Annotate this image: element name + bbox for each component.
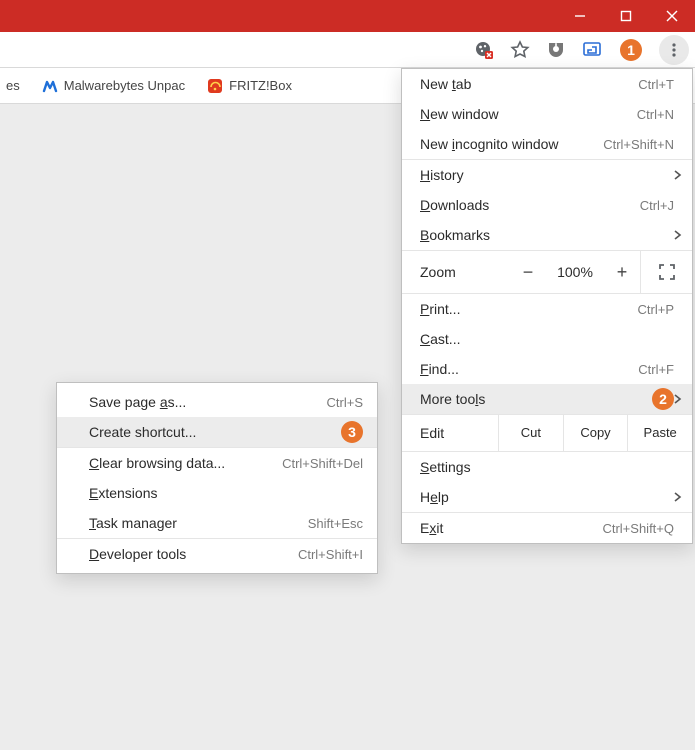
- more-vert-icon: [666, 42, 682, 58]
- annotation-badge-2: 2: [652, 388, 674, 410]
- more-tools-submenu: Save page as... Ctrl+S Create shortcut..…: [56, 382, 378, 574]
- menu-item-new-incognito[interactable]: New incognito window Ctrl+Shift+N: [402, 129, 692, 159]
- window-minimize-button[interactable]: [557, 0, 603, 32]
- shortcut-label: Ctrl+S: [327, 395, 363, 410]
- bookmark-label: FRITZ!Box: [229, 78, 292, 93]
- shortcut-label: Ctrl+J: [640, 198, 674, 213]
- zoom-out-button[interactable]: −: [510, 262, 546, 283]
- menu-edit-row: Edit Cut Copy Paste: [402, 415, 692, 451]
- menu-item-print[interactable]: Print... Ctrl+P: [402, 294, 692, 324]
- zoom-label: Zoom: [402, 264, 510, 280]
- shortcut-label: Ctrl+P: [638, 302, 674, 317]
- menu-item-bookmarks[interactable]: Bookmarks: [402, 220, 692, 250]
- shortcut-label: Ctrl+F: [638, 362, 674, 377]
- edit-label: Edit: [402, 425, 498, 441]
- chevron-right-icon: [674, 391, 682, 407]
- chevron-right-icon: [674, 167, 682, 183]
- chrome-menu-button[interactable]: [659, 35, 689, 65]
- menu-item-help[interactable]: Help: [402, 482, 692, 512]
- annotation-badge-3: 3: [341, 421, 363, 443]
- edit-cut-button[interactable]: Cut: [498, 415, 563, 451]
- shortcut-label: Shift+Esc: [308, 516, 363, 531]
- window-close-button[interactable]: [649, 0, 695, 32]
- shortcut-label: Ctrl+T: [638, 77, 674, 92]
- annotation-badge-1: 1: [620, 39, 642, 61]
- edit-paste-button[interactable]: Paste: [627, 415, 692, 451]
- bookmark-item-fritzbox[interactable]: FRITZ!Box: [207, 78, 292, 94]
- fritzbox-icon: [207, 78, 223, 94]
- chevron-right-icon: [674, 489, 682, 505]
- shortcut-label: Ctrl+N: [637, 107, 674, 122]
- browser-toolbar: 1: [0, 32, 695, 68]
- submenu-item-developer-tools[interactable]: Developer tools Ctrl+Shift+I: [57, 539, 377, 569]
- menu-item-settings[interactable]: Settings: [402, 452, 692, 482]
- menu-item-new-window[interactable]: New window Ctrl+N: [402, 99, 692, 129]
- fullscreen-button[interactable]: [641, 263, 692, 281]
- shortcut-label: Ctrl+Shift+Q: [602, 521, 674, 536]
- chevron-right-icon: [674, 227, 682, 243]
- menu-item-cast[interactable]: Cast...: [402, 324, 692, 354]
- menu-zoom-row: Zoom − 100% +: [402, 251, 692, 293]
- zoom-in-button[interactable]: +: [604, 262, 640, 283]
- fullscreen-icon: [658, 263, 676, 281]
- edit-copy-button[interactable]: Copy: [563, 415, 628, 451]
- menu-item-history[interactable]: History: [402, 160, 692, 190]
- star-icon[interactable]: [509, 39, 531, 61]
- window-maximize-button[interactable]: [603, 0, 649, 32]
- shortcut-label: Ctrl+Shift+I: [298, 547, 363, 562]
- chrome-main-menu: New tab Ctrl+T New window Ctrl+N New inc…: [401, 68, 693, 544]
- bookmark-item-malwarebytes[interactable]: Malwarebytes Unpac: [42, 78, 185, 94]
- submenu-item-save-page[interactable]: Save page as... Ctrl+S: [57, 387, 377, 417]
- profile-badge[interactable]: 1: [617, 39, 645, 61]
- submenu-item-extensions[interactable]: Extensions: [57, 478, 377, 508]
- shortcut-label: Ctrl+Shift+Del: [282, 456, 363, 471]
- menu-item-downloads[interactable]: Downloads Ctrl+J: [402, 190, 692, 220]
- menu-item-find[interactable]: Find... Ctrl+F: [402, 354, 692, 384]
- bookmark-item-cut[interactable]: es: [6, 78, 20, 93]
- window-titlebar: [0, 0, 695, 32]
- cookie-blocked-icon[interactable]: [473, 39, 495, 61]
- menu-item-exit[interactable]: Exit Ctrl+Shift+Q: [402, 513, 692, 543]
- bookmark-label: Malwarebytes Unpac: [64, 78, 185, 93]
- ublock-icon[interactable]: [545, 39, 567, 61]
- menu-item-more-tools[interactable]: More tools 2: [402, 384, 692, 414]
- menu-item-new-tab[interactable]: New tab Ctrl+T: [402, 69, 692, 99]
- submenu-item-task-manager[interactable]: Task manager Shift+Esc: [57, 508, 377, 538]
- malwarebytes-icon: [42, 78, 58, 94]
- shortcut-label: Ctrl+Shift+N: [603, 137, 674, 152]
- submenu-item-create-shortcut[interactable]: Create shortcut... 3: [57, 417, 377, 447]
- submenu-item-clear-data[interactable]: Clear browsing data... Ctrl+Shift+Del: [57, 448, 377, 478]
- blue-app-icon[interactable]: [581, 39, 603, 61]
- zoom-value: 100%: [546, 264, 604, 280]
